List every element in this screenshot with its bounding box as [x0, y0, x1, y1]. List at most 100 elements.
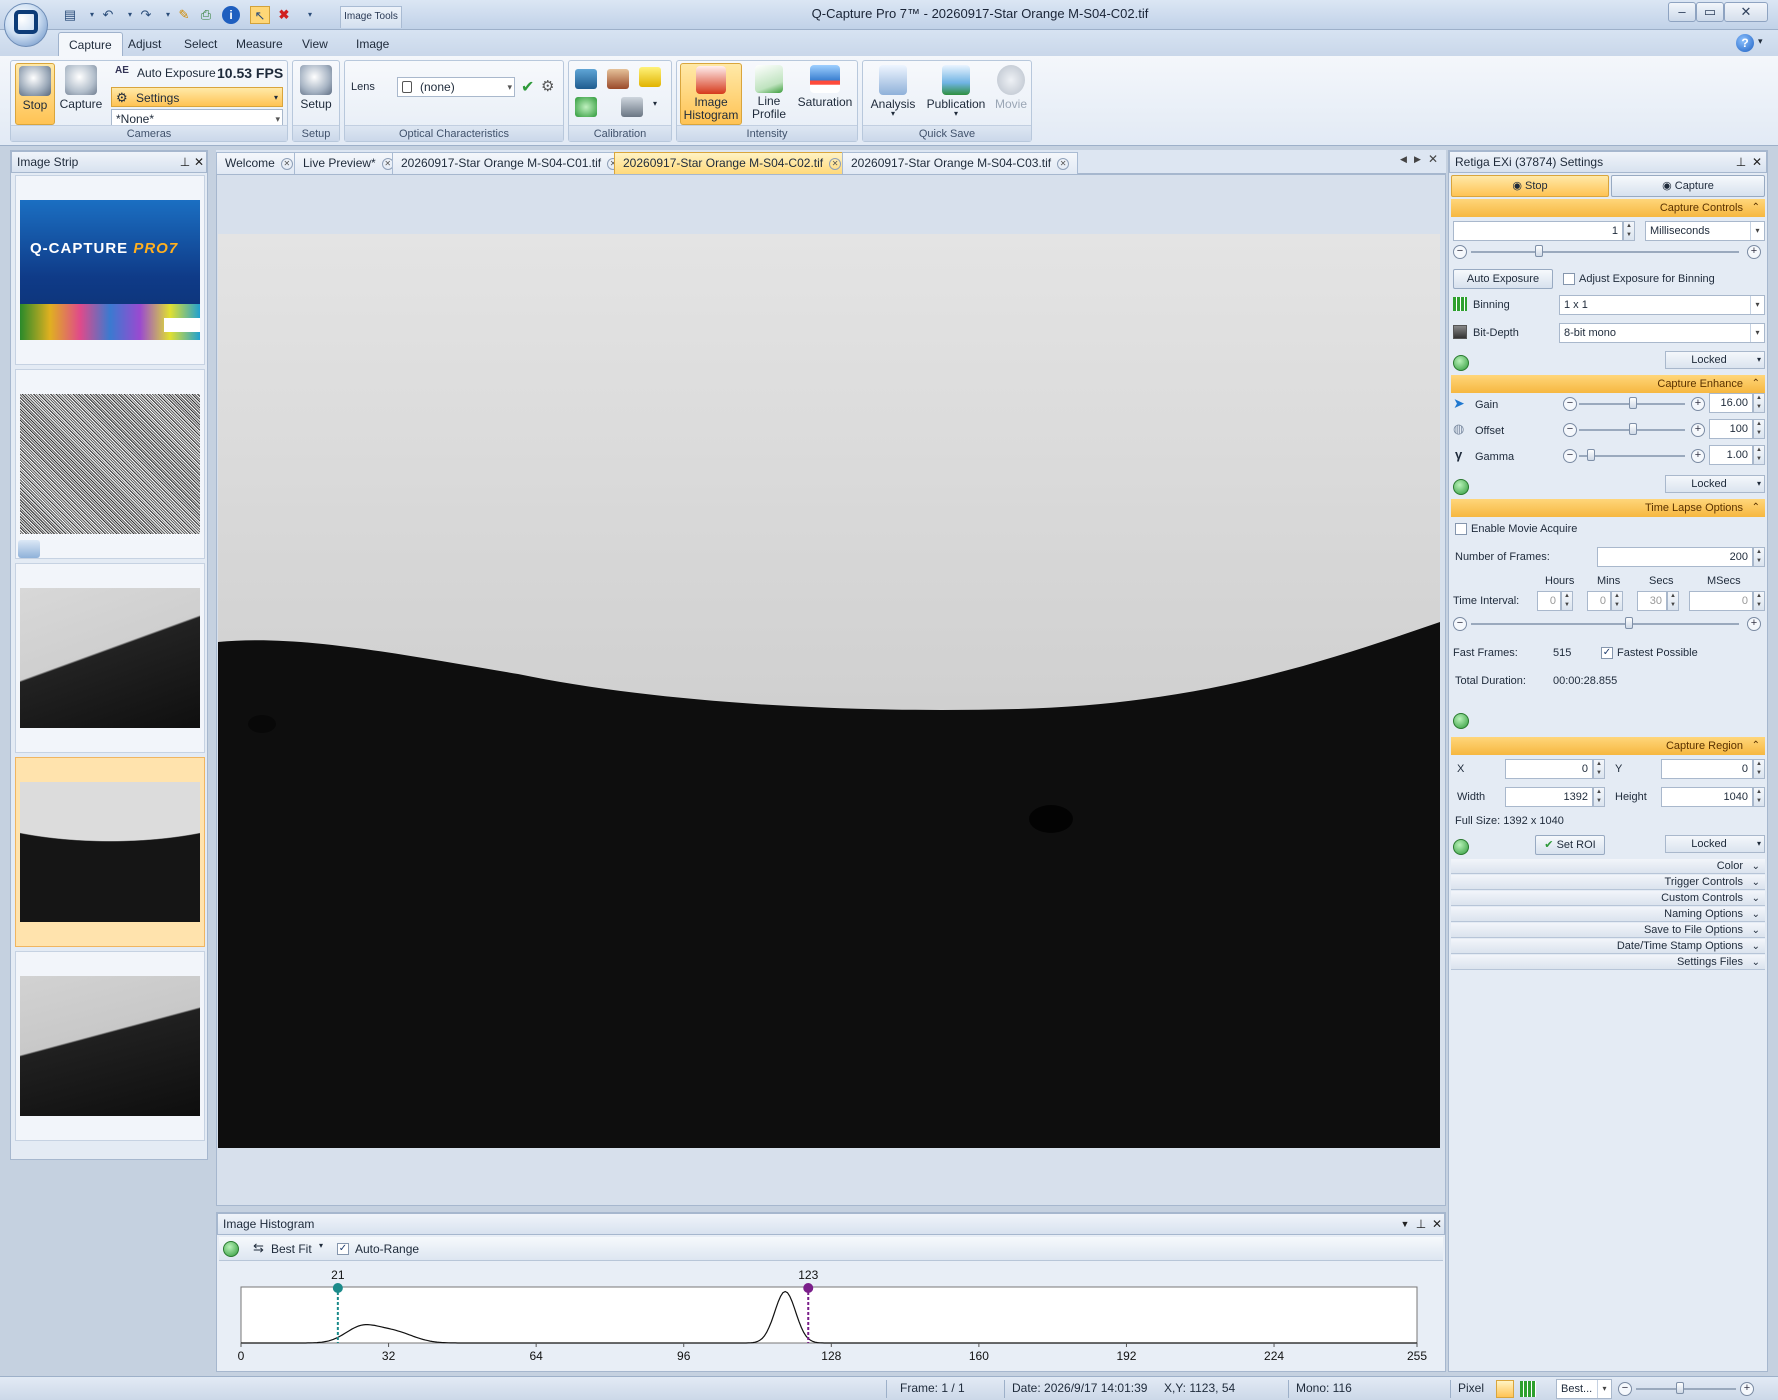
- close-button[interactable]: ✕: [1724, 2, 1768, 22]
- height-spinner[interactable]: ▲ ▼: [1753, 787, 1765, 807]
- settings-stop-button[interactable]: ◉ Stop: [1451, 175, 1609, 197]
- gain-spinner[interactable]: ▲ ▼: [1753, 393, 1765, 413]
- close-tab-icon[interactable]: ✕: [1057, 157, 1070, 170]
- fit-view-icon[interactable]: [1496, 1380, 1514, 1398]
- decrease-gain-icon[interactable]: −: [1563, 397, 1577, 411]
- publication-button[interactable]: Publication ▾: [923, 63, 989, 125]
- exposure-unit-select[interactable]: Milliseconds ▾: [1645, 221, 1765, 241]
- mins-spinner[interactable]: ▲ ▼: [1611, 591, 1623, 611]
- exposure-input[interactable]: 1: [1453, 221, 1623, 241]
- image-histogram-button[interactable]: Image Histogram: [680, 63, 742, 125]
- redo-icon[interactable]: ↷: [136, 6, 156, 24]
- number-of-frames-input[interactable]: 200: [1597, 547, 1753, 567]
- width-input[interactable]: 1392: [1505, 787, 1593, 807]
- decrease-interval-icon[interactable]: −: [1453, 617, 1467, 631]
- chevron-down-icon[interactable]: ▾: [319, 1241, 323, 1250]
- close-tab-icon[interactable]: ✕: [280, 157, 293, 170]
- tab-image[interactable]: Image: [346, 32, 399, 56]
- capture-controls-header[interactable]: Capture Controls ⌃: [1451, 199, 1765, 217]
- tab-capture[interactable]: Capture: [58, 32, 123, 56]
- exposure-spinner[interactable]: ▲ ▼: [1623, 221, 1635, 241]
- increase-offset-icon[interactable]: +: [1691, 423, 1705, 437]
- grid-view-icon[interactable]: [1520, 1381, 1536, 1397]
- chevron-down-icon[interactable]: ▼: [1398, 1216, 1412, 1232]
- gamma-input[interactable]: 1.00: [1709, 445, 1753, 465]
- offset-slider-thumb[interactable]: [1629, 423, 1637, 435]
- interval-slider-thumb[interactable]: [1625, 617, 1633, 629]
- help-icon[interactable]: ?: [1736, 34, 1754, 52]
- capture-region-header[interactable]: Capture Region ⌃: [1451, 737, 1765, 755]
- customize-toolbar-icon[interactable]: ▾: [300, 6, 320, 24]
- undo-icon[interactable]: ↶: [98, 6, 118, 24]
- setup-button[interactable]: Setup: [296, 63, 336, 125]
- capture-region-locked-select[interactable]: Locked ▾: [1665, 835, 1765, 853]
- thumbnail-c03[interactable]: [15, 951, 205, 1141]
- zoom-in-icon[interactable]: +: [1740, 1382, 1754, 1396]
- close-icon[interactable]: ✕: [1750, 154, 1764, 170]
- close-icon[interactable]: ✕: [1430, 1216, 1444, 1232]
- auto-exposure-settings-button[interactable]: Auto Exposure: [1453, 269, 1553, 289]
- doc-tab-c02[interactable]: 20260917-Star Orange M-S04-C02.tif ✕: [614, 152, 851, 174]
- best-fit-button[interactable]: Best Fit: [271, 1241, 312, 1257]
- width-spinner[interactable]: ▲ ▼: [1593, 787, 1605, 807]
- capture-enhance-header[interactable]: Capture Enhance ⌃: [1451, 375, 1765, 393]
- hours-spinner[interactable]: ▲ ▼: [1561, 591, 1573, 611]
- minimize-button[interactable]: –: [1668, 2, 1696, 22]
- stop-button[interactable]: Stop: [15, 63, 55, 125]
- thumbnail-live-preview[interactable]: [15, 369, 205, 559]
- tab-select[interactable]: Select: [174, 32, 227, 56]
- pointer-icon[interactable]: ↖: [250, 6, 270, 24]
- tab-adjust[interactable]: Adjust: [118, 32, 171, 56]
- increase-gain-icon[interactable]: +: [1691, 397, 1705, 411]
- close-tab-icon[interactable]: ✕: [829, 157, 842, 170]
- pencil-icon[interactable]: ✎: [174, 6, 194, 24]
- pin-icon[interactable]: ⊥: [178, 154, 192, 170]
- close-document-icon[interactable]: ✕: [1428, 152, 1438, 166]
- auto-exposure-button[interactable]: Auto Exposure: [133, 63, 223, 83]
- decrease-gamma-icon[interactable]: −: [1563, 449, 1577, 463]
- refresh-icon[interactable]: [1453, 355, 1469, 371]
- increase-exposure-icon[interactable]: +: [1747, 245, 1761, 259]
- thumbnail-c02[interactable]: [15, 757, 205, 947]
- offset-input[interactable]: 100: [1709, 419, 1753, 439]
- print-icon[interactable]: ⎙: [196, 6, 216, 24]
- secs-spinner[interactable]: ▲ ▼: [1667, 591, 1679, 611]
- tab-measure[interactable]: Measure: [226, 32, 293, 56]
- exposure-slider-track[interactable]: [1471, 251, 1739, 253]
- gamma-slider-thumb[interactable]: [1587, 449, 1595, 461]
- histogram-chart[interactable]: 21 123 0 32 64 96 128 160 192 224 255: [219, 1265, 1443, 1369]
- chevron-down-icon[interactable]: ▾: [1758, 36, 1763, 47]
- settings-files-section-header[interactable]: Settings Files ⌄: [1451, 955, 1765, 970]
- x-spinner[interactable]: ▲ ▼: [1593, 759, 1605, 779]
- tab-scroll-right-icon[interactable]: ▶: [1414, 154, 1421, 165]
- pin-icon[interactable]: ⊥: [1414, 1216, 1428, 1232]
- maximize-button[interactable]: ▭: [1696, 2, 1724, 22]
- enable-movie-checkbox[interactable]: [1455, 523, 1467, 535]
- auto-range-checkbox[interactable]: ✓: [337, 1243, 349, 1255]
- color-section-header[interactable]: Color ⌄: [1451, 859, 1765, 874]
- y-input[interactable]: 0: [1661, 759, 1753, 779]
- new-icon[interactable]: ▤: [60, 6, 80, 24]
- captured-image[interactable]: [218, 234, 1440, 1148]
- increase-gamma-icon[interactable]: +: [1691, 449, 1705, 463]
- doc-tab-welcome[interactable]: Welcome ✕: [216, 152, 302, 174]
- refresh-icon[interactable]: [223, 1241, 239, 1257]
- exposure-slider-thumb[interactable]: [1535, 245, 1543, 257]
- thumbnail-c01[interactable]: [15, 563, 205, 753]
- zoom-select[interactable]: Best... ▾: [1556, 1379, 1612, 1399]
- zoom-out-icon[interactable]: −: [1618, 1382, 1632, 1396]
- saturation-button[interactable]: Saturation: [793, 63, 857, 125]
- spatial-calibration-icon[interactable]: [575, 69, 597, 89]
- camera-calibration-icon[interactable]: [621, 97, 643, 117]
- increase-interval-icon[interactable]: +: [1747, 617, 1761, 631]
- movie-button[interactable]: Movie: [991, 63, 1031, 125]
- close-icon[interactable]: ✕: [192, 154, 206, 170]
- fastest-possible-checkbox[interactable]: ✓: [1601, 647, 1613, 659]
- time-lapse-header[interactable]: Time Lapse Options ⌃: [1451, 499, 1765, 517]
- tab-scroll-left-icon[interactable]: ◀: [1400, 154, 1407, 165]
- intensity-calibration-icon[interactable]: [607, 69, 629, 89]
- height-input[interactable]: 1040: [1661, 787, 1753, 807]
- y-spinner[interactable]: ▲ ▼: [1753, 759, 1765, 779]
- line-profile-button[interactable]: Line Profile: [747, 63, 791, 125]
- trigger-controls-section-header[interactable]: Trigger Controls ⌄: [1451, 875, 1765, 890]
